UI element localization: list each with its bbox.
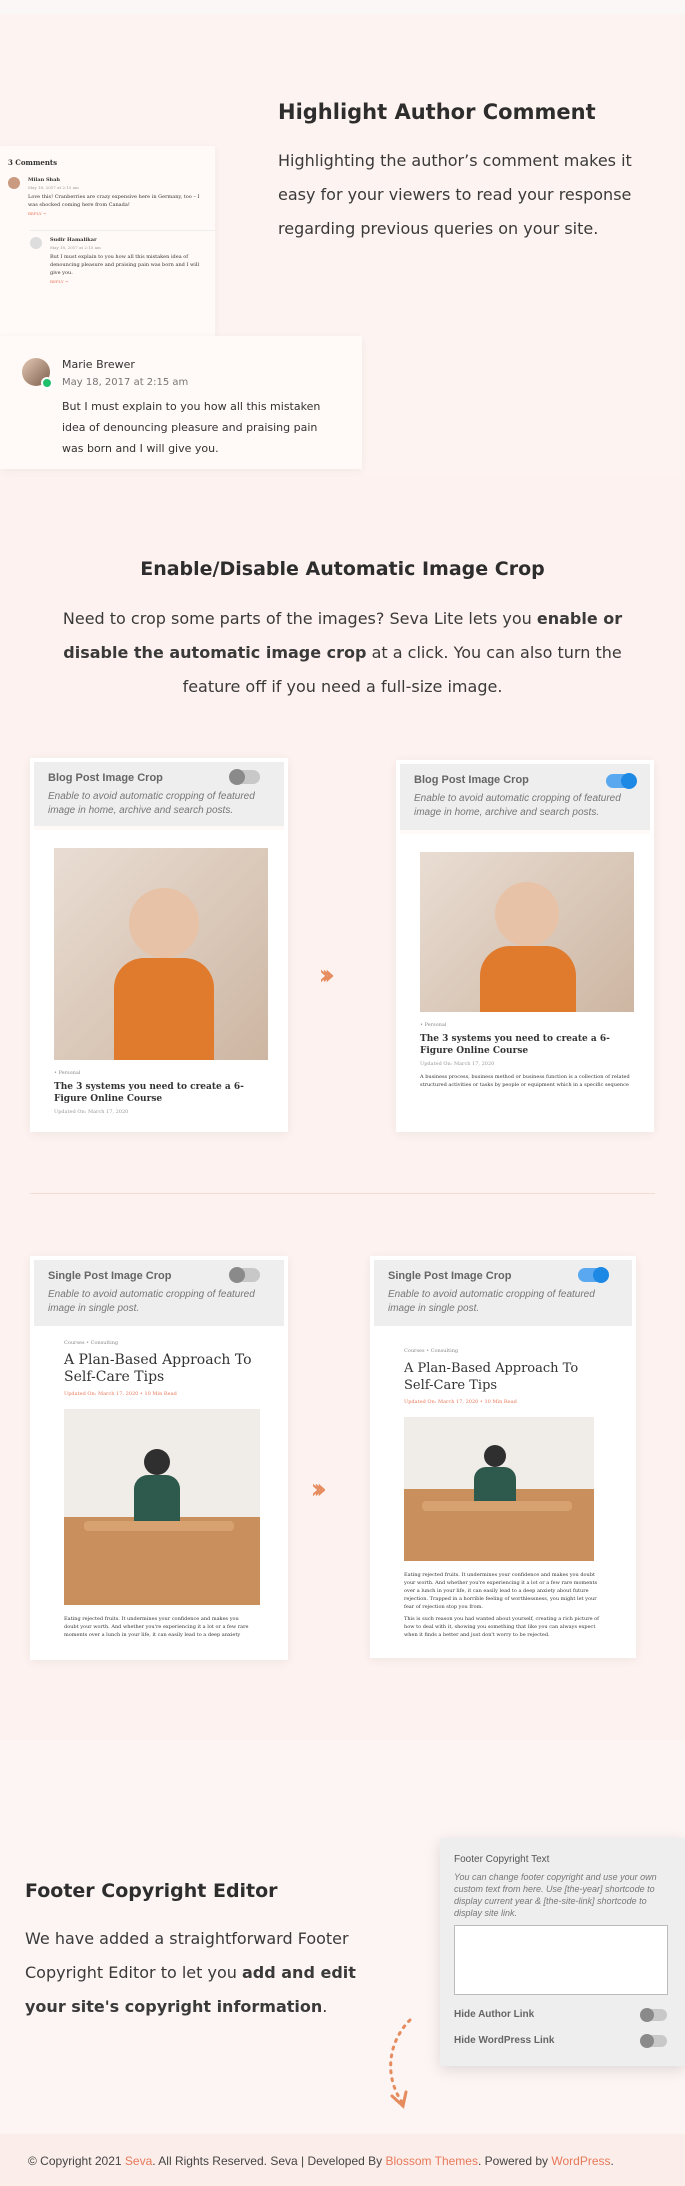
post-meta: Updated On: March 17, 2020 • 10 Min Read xyxy=(64,1391,177,1397)
copyright-textarea[interactable] xyxy=(454,1925,668,1995)
hide-wordpress-toggle[interactable] xyxy=(640,2034,667,2048)
featured-image-uncropped xyxy=(54,848,268,1060)
reply-link[interactable]: REPLY → xyxy=(50,279,210,284)
featured-image-uncropped xyxy=(64,1409,260,1605)
hide-author-toggle[interactable] xyxy=(640,2008,667,2022)
author-description: Highlighting the author’s comment makes … xyxy=(278,151,632,238)
post-meta: Updated On: March 17, 2020 • 10 Min Read xyxy=(404,1399,517,1405)
comment-author: Milan Shah xyxy=(28,177,61,183)
post-body: Eating rejected fruits. It undermines yo… xyxy=(64,1616,249,1638)
comment-text: But I must explain to you how all this m… xyxy=(62,400,321,455)
setting-label: Hide Author Link xyxy=(454,2009,535,2020)
author-comment-highlight: Marie Brewer May 18, 2017 at 2:15 am But… xyxy=(0,336,362,469)
site-link[interactable]: Seva xyxy=(125,2154,152,2168)
avatar xyxy=(8,177,20,189)
section-title-author: Highlight Author Comment xyxy=(278,100,596,124)
divider xyxy=(30,1193,655,1194)
setting-label: Blog Post Image Crop xyxy=(414,774,529,786)
post-title[interactable]: The 3 systems you need to create a 6-Fig… xyxy=(420,1033,630,1057)
comment-date: May 18, 2017 at 2:15 am xyxy=(62,377,189,388)
setting-description: Enable to avoid automatic cropping of fe… xyxy=(388,1289,595,1314)
post-body: This is such reason you had wanted about… xyxy=(404,1616,600,1638)
comment-date: May 18, 2017 at 2:15 am xyxy=(50,245,101,250)
wordpress-link[interactable]: WordPress xyxy=(551,2154,610,2168)
top-band xyxy=(0,0,685,14)
author-badge-icon xyxy=(41,377,53,389)
post-title[interactable]: The 3 systems you need to create a 6-Fig… xyxy=(54,1081,264,1105)
setting-description: You can change footer copyright and use … xyxy=(454,1872,657,1918)
comment-author: Marie Brewer xyxy=(62,358,135,371)
post-category: Courses • Consulting xyxy=(64,1340,119,1346)
copyright-text: © Copyright 2021 Seva. All Rights Reserv… xyxy=(28,2154,614,2168)
setting-description: Enable to avoid automatic cropping of fe… xyxy=(414,793,621,818)
comment-text: But I must explain to you how all this m… xyxy=(50,254,200,276)
post-meta: Updated On: March 17, 2020 xyxy=(420,1061,495,1067)
blog-crop-toggle[interactable] xyxy=(229,769,260,785)
section-title-footer: Footer Copyright Editor xyxy=(25,1880,278,1902)
comment-date: May 18, 2017 at 2:15 am xyxy=(28,185,79,190)
featured-image-cropped xyxy=(404,1417,594,1561)
post-meta: Updated On: March 17, 2020 xyxy=(54,1109,129,1115)
single-crop-on-panel: Single Post Image Crop Enable to avoid a… xyxy=(370,1256,636,1658)
single-crop-toggle[interactable] xyxy=(578,1267,609,1283)
comment-author: Sudir Hamal​ikar xyxy=(50,237,97,243)
setting-label: Hide WordPress Link xyxy=(454,2035,555,2046)
setting-description: Enable to avoid automatic cropping of fe… xyxy=(48,791,255,816)
comment-text: Love this! Cranberries are crazy expensi… xyxy=(28,194,200,208)
blog-crop-off-panel: Blog Post Image Crop Enable to avoid aut… xyxy=(30,758,288,1132)
single-crop-off-panel: Single Post Image Crop Enable to avoid a… xyxy=(30,1256,288,1660)
setting-label: Footer Copyright Text xyxy=(454,1854,550,1865)
post-category: • Personal xyxy=(420,1022,447,1028)
post-excerpt: A business process, business method or b… xyxy=(420,1074,630,1088)
crop-description: Need to crop some parts of the images? S… xyxy=(62,609,623,696)
footer-editor-description: We have added a straightforward Footer C… xyxy=(25,1929,356,2016)
avatar xyxy=(30,237,42,249)
developer-link[interactable]: Blossom Themes xyxy=(386,2154,478,2168)
footer-copyright-panel: Footer Copyright Text You can change foo… xyxy=(440,1838,685,2066)
blog-crop-on-panel: Blog Post Image Crop Enable to avoid aut… xyxy=(396,760,654,1132)
curved-arrow-icon xyxy=(389,2018,412,2109)
single-crop-toggle[interactable] xyxy=(229,1267,260,1283)
blog-crop-toggle[interactable] xyxy=(606,773,637,789)
author-avatar xyxy=(22,358,53,389)
site-footer: © Copyright 2021 Seva. All Rights Reserv… xyxy=(0,2134,685,2186)
featured-image-cropped xyxy=(420,852,634,1012)
post-category: • Personal xyxy=(54,1070,81,1076)
post-body: Eating rejected fruits. It undermines yo… xyxy=(404,1572,598,1610)
post-title: A Plan-Based Approach To Self-Care Tips xyxy=(64,1352,252,1385)
post-title: A Plan-Based Approach To Self-Care Tips xyxy=(404,1361,579,1393)
post-category: Courses • Consulting xyxy=(404,1348,459,1354)
setting-description: Enable to avoid automatic cropping of fe… xyxy=(48,1289,255,1314)
comments-card: 3 Comments Milan Shah May 18, 2017 at 2:… xyxy=(0,146,215,336)
section-title-crop: Enable/Disable Automatic Image Crop xyxy=(140,558,545,580)
comments-count: 3 Comments xyxy=(8,158,58,167)
reply-link[interactable]: REPLY → xyxy=(28,211,203,216)
